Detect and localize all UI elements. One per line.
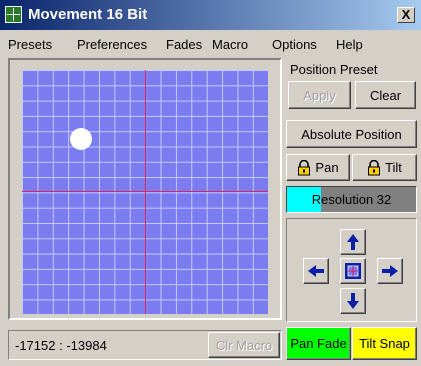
title-bar[interactable]: Movement 16 Bit X: [0, 0, 421, 30]
tilt-snap-button[interactable]: Tilt Snap: [352, 327, 417, 360]
arrow-up-icon: [347, 234, 359, 250]
arrow-right-icon: [382, 265, 398, 277]
lock-pan-button[interactable]: Pan: [286, 154, 350, 181]
apply-button[interactable]: Apply: [288, 81, 351, 109]
lock-tilt-button[interactable]: Tilt: [352, 154, 417, 181]
menu-fades[interactable]: Fades: [166, 37, 202, 52]
arrow-left-icon: [308, 265, 324, 277]
pan-fade-button[interactable]: Pan Fade: [286, 327, 351, 360]
menu-bar: Presets Preferences Fades Macro Options …: [0, 32, 421, 54]
clear-macro-button[interactable]: Clr Macro: [208, 332, 280, 358]
padlock-icon: [298, 159, 311, 175]
menu-help[interactable]: Help: [336, 37, 363, 52]
crosshair-horizontal: [22, 191, 268, 192]
close-button[interactable]: X: [397, 7, 415, 23]
move-down-button[interactable]: [340, 288, 366, 314]
position-readout-text: -17152 : -13984: [15, 338, 107, 353]
move-left-button[interactable]: [303, 258, 329, 284]
menu-preferences[interactable]: Preferences: [77, 37, 147, 52]
lock-pan-label: Pan: [315, 160, 339, 175]
arrow-down-icon: [347, 293, 359, 309]
position-marker[interactable]: [70, 128, 92, 150]
movement-window: Movement 16 Bit X Presets Preferences Fa…: [0, 0, 421, 366]
center-target-icon: [345, 263, 361, 279]
center-button[interactable]: [340, 258, 366, 284]
padlock-icon: [368, 159, 381, 175]
crosshair-vertical: [145, 70, 146, 314]
lock-tilt-label: Tilt: [385, 160, 402, 175]
resolution-label: Resolution 32: [311, 192, 392, 207]
menu-options[interactable]: Options: [272, 37, 317, 52]
move-right-button[interactable]: [377, 258, 403, 284]
window-title: Movement 16 Bit: [28, 6, 148, 23]
move-cross-icon: [5, 6, 22, 23]
move-up-button[interactable]: [340, 229, 366, 255]
clear-button[interactable]: Clear: [355, 81, 416, 109]
menu-presets[interactable]: Presets: [8, 37, 52, 52]
position-preset-label: Position Preset: [290, 62, 378, 77]
menu-macro[interactable]: Macro: [212, 37, 248, 52]
resolution-slider[interactable]: Resolution 32: [286, 186, 417, 213]
absolute-position-button[interactable]: Absolute Position: [286, 120, 417, 148]
position-pad[interactable]: [22, 70, 268, 314]
